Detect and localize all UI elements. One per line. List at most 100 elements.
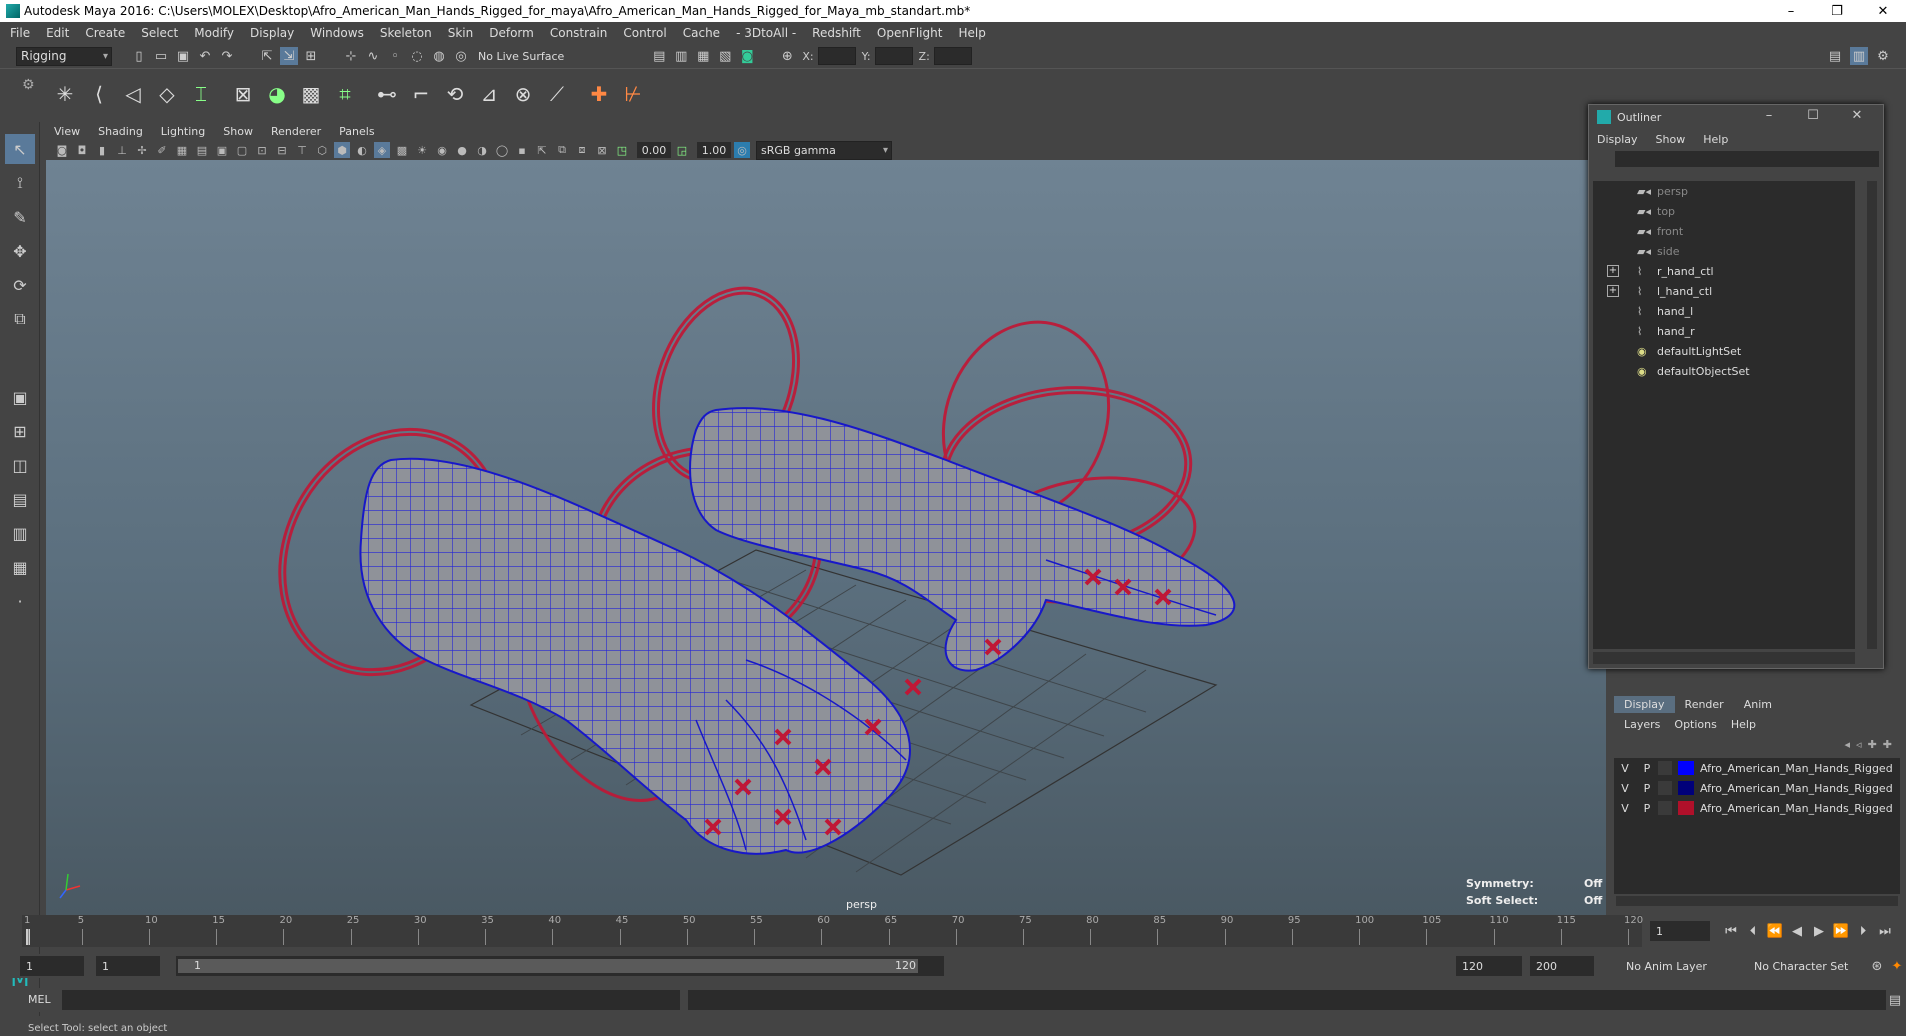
panel-menu-lighting[interactable]: Lighting [161, 125, 205, 138]
bookmark-icon[interactable]: ▮ [94, 142, 110, 158]
save-scene-icon[interactable]: ▣ [174, 47, 192, 65]
z-field[interactable] [933, 47, 972, 65]
playback-start-field[interactable]: 1 [96, 956, 160, 976]
rotate-tool-icon[interactable]: ⟳ [5, 270, 35, 300]
layer-menu-layers[interactable]: Layers [1624, 718, 1660, 731]
outliner-close-button[interactable]: ✕ [1835, 108, 1879, 123]
outliner-item-l-hand-ctl[interactable]: + ⌇ l_hand_ctl [1593, 281, 1855, 301]
step-forward-frame-icon[interactable]: ⏩ [1832, 922, 1850, 940]
snap-projected-icon[interactable]: ◌ [408, 47, 426, 65]
end-frame-field[interactable]: 200 [1530, 956, 1594, 976]
select-tool-icon[interactable]: ↖ [5, 134, 35, 164]
parent-constraint-icon[interactable]: ⊗ [508, 79, 538, 109]
layer-playback-toggle[interactable]: P [1636, 782, 1658, 795]
side-by-side-icon[interactable]: ◫ [5, 450, 35, 480]
anti-alias-icon[interactable]: ◯ [494, 142, 510, 158]
outliner-item-front[interactable]: ▰◂ front [1593, 221, 1855, 241]
menu-deform[interactable]: Deform [489, 26, 534, 40]
layer-color-swatch[interactable] [1678, 761, 1694, 775]
restore-button[interactable]: ❐ [1814, 0, 1860, 22]
xray-icon[interactable]: ⧉ [554, 142, 570, 158]
outliner-menu-help[interactable]: Help [1703, 133, 1728, 146]
menu-constrain[interactable]: Constrain [550, 26, 608, 40]
panel-menu-shading[interactable]: Shading [98, 125, 143, 138]
menu-redshift[interactable]: Redshift [812, 26, 861, 40]
viewport-persp[interactable]: persp Symmetry: Off Soft Select: Off [46, 160, 1606, 915]
layer-tab-render[interactable]: Render [1675, 696, 1734, 713]
menu-control[interactable]: Control [623, 26, 666, 40]
orient-constraint-icon[interactable]: ⟲ [440, 79, 470, 109]
select-hierarchy-icon[interactable]: ⇱ [258, 47, 276, 65]
outliner-minimize-button[interactable]: – [1747, 108, 1791, 123]
textured-icon[interactable]: ▩ [394, 142, 410, 158]
layer-type-box[interactable] [1658, 761, 1672, 775]
exposure-field[interactable]: 0.00 [637, 142, 671, 158]
shelf-settings-icon[interactable]: ⚙ [22, 77, 35, 93]
outliner-item-hand-r[interactable]: ⌇ hand_r [1593, 321, 1855, 341]
outliner-item-r-hand-ctl[interactable]: + ⌇ r_hand_ctl [1593, 261, 1855, 281]
point-constraint-icon[interactable]: ⊷ [372, 79, 402, 109]
new-layer-icon[interactable]: ✚ [1883, 738, 1892, 751]
outliner-menu-display[interactable]: Display [1597, 133, 1638, 146]
gamma-icon[interactable]: ◲ [674, 142, 690, 158]
minimize-button[interactable]: – [1768, 0, 1814, 22]
depth-of-field-icon[interactable]: ▪ [514, 142, 530, 158]
camera-attributes-icon[interactable]: ◘ [74, 142, 90, 158]
scale-constraint-icon[interactable]: ⊿ [474, 79, 504, 109]
layer-visibility-toggle[interactable]: V [1614, 782, 1636, 795]
ik-spline-icon[interactable]: ◁ [118, 79, 148, 109]
wireframe-icon[interactable]: ⬡ [314, 142, 330, 158]
y-field[interactable] [874, 47, 913, 65]
hypershade-persp-icon[interactable]: ▦ [5, 552, 35, 582]
pole-vector-icon[interactable]: ⟋ [542, 79, 572, 109]
menu-openflight[interactable]: OpenFlight [877, 26, 943, 40]
gamma-field[interactable]: 1.00 [697, 142, 731, 158]
snap-curve-icon[interactable]: ∿ [364, 47, 382, 65]
layer-type-box[interactable] [1658, 801, 1672, 815]
paint-select-icon[interactable]: ✎ [5, 202, 35, 232]
anim-layer-dropdown[interactable]: No Anim Layer [1620, 956, 1726, 976]
new-layer-selected-icon[interactable]: ✚ [1868, 738, 1877, 751]
smooth-bind-icon[interactable]: ⊠ [228, 79, 258, 109]
step-forward-key-icon[interactable]: ⏵ [1854, 922, 1872, 940]
render-settings-icon[interactable]: ▧ [716, 47, 734, 65]
field-chart-icon[interactable]: ⊡ [254, 142, 270, 158]
channel-box-icon[interactable]: ⚙ [1874, 47, 1892, 65]
menu-skin[interactable]: Skin [448, 26, 474, 40]
layer-type-box[interactable] [1658, 781, 1672, 795]
menu-skeleton[interactable]: Skeleton [380, 26, 432, 40]
step-back-key-icon[interactable]: ⏴ [1744, 922, 1762, 940]
snap-surface-icon[interactable]: ◎ [452, 47, 470, 65]
layer-move-down-icon[interactable]: ◃ [1856, 738, 1862, 751]
range-slider[interactable]: 1 120 [176, 956, 944, 976]
playback-end-field[interactable]: 120 [1456, 956, 1522, 976]
motion-blur-icon[interactable]: ◑ [474, 142, 490, 158]
time-slider[interactable]: 1 5 10 15 20 25 30 35 40 45 50 55 60 65 70 75 80 85 90 95 10… [22, 915, 1643, 947]
command-input[interactable] [62, 990, 680, 1010]
outliner-item-persp[interactable]: ▰◂ persp [1593, 181, 1855, 201]
default-material-icon[interactable]: ◐ [354, 142, 370, 158]
outliner-item-side[interactable]: ▰◂ side [1593, 241, 1855, 261]
current-frame-field[interactable]: 1 [1650, 921, 1710, 941]
redo-icon[interactable]: ↷ [218, 47, 236, 65]
camera-select-icon[interactable]: ◙ [54, 142, 70, 158]
graph-persp-icon[interactable]: ▥ [5, 518, 35, 548]
layer-visibility-toggle[interactable]: V [1614, 762, 1636, 775]
auto-key-icon[interactable]: ⊛ [1868, 957, 1886, 975]
attribute-editor-icon[interactable]: ▥ [1850, 47, 1868, 65]
cluster-handle-icon[interactable]: ⊬ [618, 79, 648, 109]
go-to-end-icon[interactable]: ⏭ [1876, 922, 1894, 940]
layer-row[interactable]: V P Afro_American_Man_Hands_Rigged [1614, 758, 1900, 778]
isolate-select-icon[interactable]: ⇱ [534, 142, 550, 158]
menu-windows[interactable]: Windows [310, 26, 364, 40]
locator-icon[interactable]: ✚ [584, 79, 614, 109]
expand-icon[interactable]: + [1607, 265, 1619, 277]
layer-visibility-toggle[interactable]: V [1614, 802, 1636, 815]
2d-pan-icon[interactable]: ✢ [134, 142, 150, 158]
menu-3dtoall[interactable]: - 3DtoAll - [736, 26, 796, 40]
menu-edit[interactable]: Edit [46, 26, 69, 40]
outliner-item-default-light-set[interactable]: ◉ defaultLightSet [1593, 341, 1855, 361]
color-management-icon[interactable]: ◎ [734, 142, 750, 158]
menu-file[interactable]: File [10, 26, 30, 40]
outliner-search-field[interactable] [1615, 151, 1879, 167]
